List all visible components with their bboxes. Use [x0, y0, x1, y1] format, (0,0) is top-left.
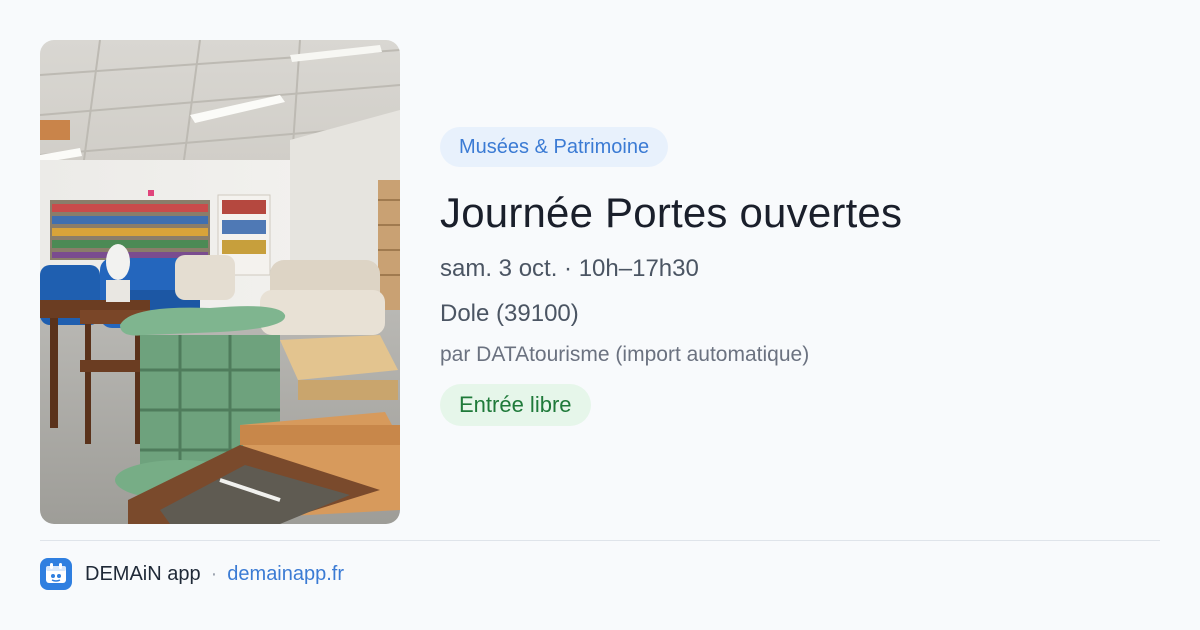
event-info: Musées & Patrimoine Journée Portes ouver… — [440, 127, 1160, 426]
app-name: DEMAiN app — [85, 562, 201, 585]
event-location: Dole (39100) — [440, 300, 579, 327]
event-date: sam. 3 oct. · 10h–17h30 — [440, 255, 699, 282]
category-badge[interactable]: Musées & Patrimoine — [440, 127, 669, 167]
event-source: par DATAtourisme (import automatique) — [440, 343, 810, 366]
event-card[interactable]: Musées & Patrimoine Journée Portes ouver… — [0, 0, 1200, 630]
app-url-link[interactable]: demainapp.fr — [227, 563, 344, 586]
event-photo — [40, 40, 400, 524]
price-badge: Entrée libre — [440, 384, 591, 426]
footer-separator: · — [210, 562, 218, 585]
event-title[interactable]: Journée Portes ouvertes — [440, 187, 1160, 239]
footer: DEMAiN app · demainapp.fr — [40, 558, 344, 590]
footer-divider — [40, 540, 1160, 541]
demain-app-icon — [40, 558, 72, 590]
